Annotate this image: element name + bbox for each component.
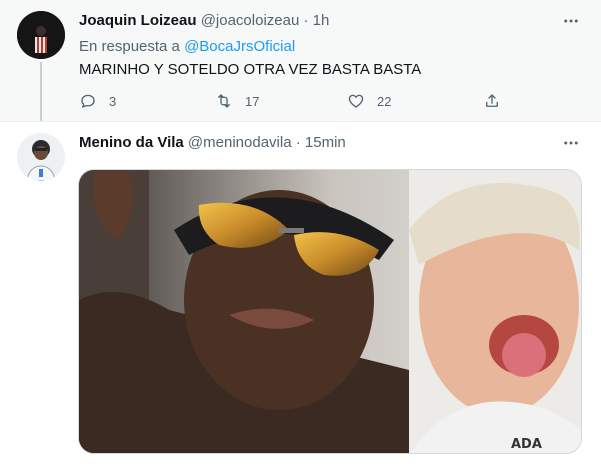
separator-dot: · <box>295 134 301 151</box>
tweet-media-photo[interactable]: ADA <box>78 169 582 454</box>
reply-count: 3 <box>109 93 117 109</box>
tweet-text: MARINHO Y SOTELDO OTRA VEZ BASTA BASTA <box>79 61 422 78</box>
svg-text:ADA: ADA <box>511 437 542 452</box>
more-options-button[interactable] <box>554 4 588 38</box>
share-button[interactable] <box>483 89 501 113</box>
more-icon <box>564 19 578 23</box>
reply-prefix: En respuesta a <box>79 38 180 55</box>
tweet-header: Joaquin Loizeau @joacoloizeau · 1h <box>79 11 329 31</box>
replying-to: En respuesta a @BocaJrsOficial <box>79 37 295 57</box>
avatar[interactable] <box>17 133 65 181</box>
display-name[interactable]: Menino da Vila <box>79 134 184 151</box>
mention-link[interactable]: @BocaJrsOficial <box>184 38 295 55</box>
retweet-icon <box>218 94 230 108</box>
tweet-reply[interactable]: Joaquin Loizeau @joacoloizeau · 1h En re… <box>0 0 601 122</box>
more-icon <box>564 141 578 145</box>
timestamp[interactable]: 15min <box>305 134 346 151</box>
selfie-photo: ADA <box>79 170 581 453</box>
like-icon <box>348 94 364 108</box>
like-button[interactable]: 22 <box>347 89 391 113</box>
thread-connector-line <box>40 62 42 121</box>
reply-icon <box>81 94 95 108</box>
more-options-button[interactable] <box>554 126 588 160</box>
tweet-header: Menino da Vila @meninodavila · 15min <box>79 133 346 153</box>
display-name[interactable]: Joaquin Loizeau <box>79 12 197 29</box>
tweet-actions: 3 17 22 <box>75 89 505 113</box>
retweet-button[interactable]: 17 <box>215 89 259 113</box>
like-count: 22 <box>377 93 392 109</box>
share-icon <box>486 94 498 107</box>
user-handle[interactable]: @joacoloizeau <box>201 12 300 29</box>
avatar[interactable] <box>17 11 65 59</box>
timestamp[interactable]: 1h <box>313 12 330 29</box>
user-handle[interactable]: @meninodavila <box>188 134 292 151</box>
reply-button[interactable]: 3 <box>79 89 116 113</box>
retweet-count: 17 <box>245 93 260 109</box>
separator-dot: · <box>303 12 309 29</box>
